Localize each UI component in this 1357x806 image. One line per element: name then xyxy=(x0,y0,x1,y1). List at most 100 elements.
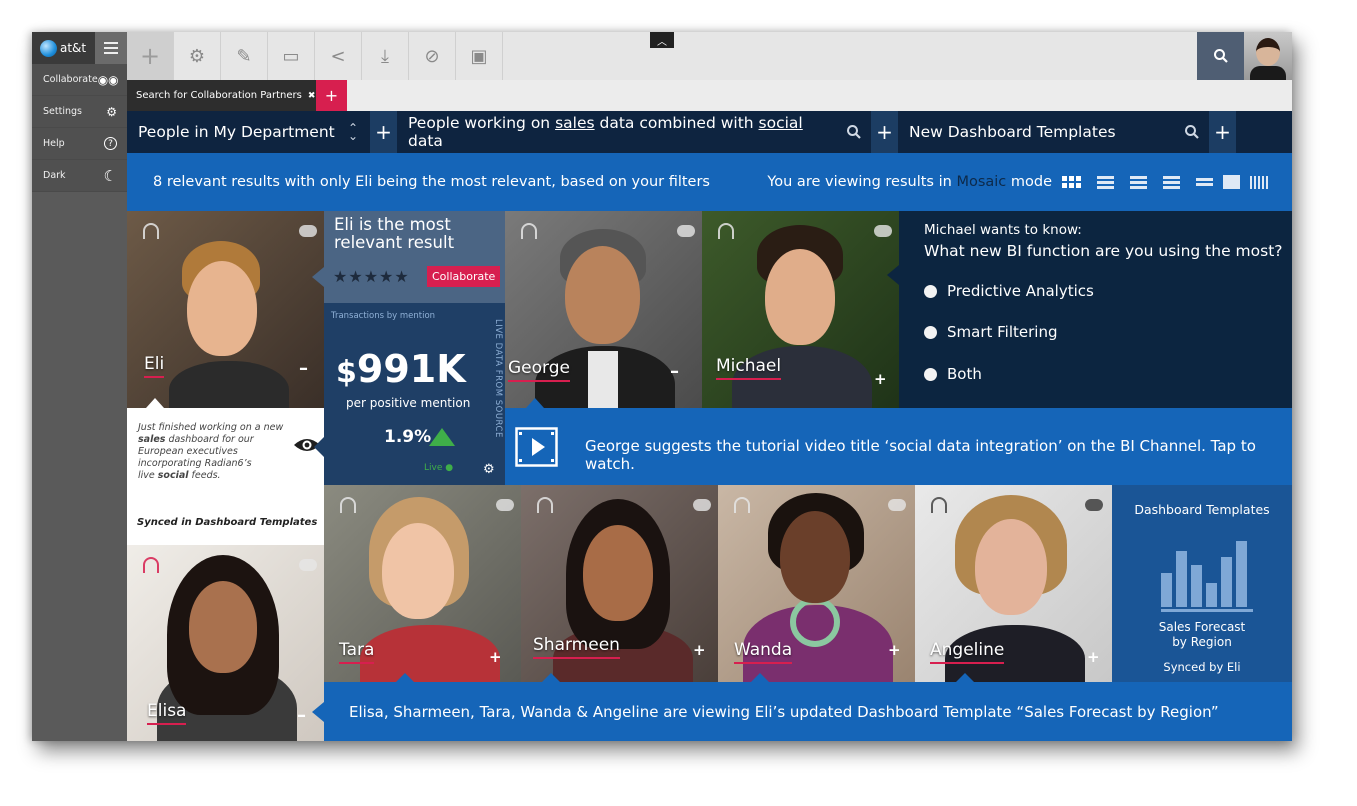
sidebar-item-help[interactable]: Help ? xyxy=(32,128,127,160)
headset-icon[interactable] xyxy=(537,497,553,513)
headset-icon[interactable] xyxy=(718,223,734,239)
sidebar-item-label: Help xyxy=(43,138,65,149)
sort-updown-icon[interactable]: ⌃ ⌄ xyxy=(336,122,370,142)
help-icon: ? xyxy=(104,137,117,150)
left-sidebar: at&t Collaborate ◉◉ Settings ⚙ Help ? Da… xyxy=(32,32,127,741)
sidebar-item-dark[interactable]: Dark ☾ xyxy=(32,160,127,192)
mosaic-view-icon[interactable] xyxy=(1062,176,1081,188)
gear-icon[interactable]: ⚙ xyxy=(483,462,495,477)
devices-icon[interactable]: ▣ xyxy=(456,32,503,80)
share-icon[interactable]: < xyxy=(315,32,362,80)
person-tile-sharmeen[interactable]: Sharmeen + xyxy=(521,485,718,682)
headset-icon[interactable] xyxy=(340,497,356,513)
single-view-icon[interactable] xyxy=(1223,175,1240,189)
sidebar-item-label: Collaborate xyxy=(43,74,98,85)
headset-icon[interactable] xyxy=(521,223,537,239)
person-name: Elisa xyxy=(147,701,187,725)
poll-option-both[interactable]: Both xyxy=(924,365,982,383)
video-play-icon[interactable] xyxy=(515,427,558,471)
person-name: Sharmeen xyxy=(533,635,620,659)
download-icon[interactable]: ⤓ xyxy=(362,32,409,80)
person-tile-wanda[interactable]: Wanda + xyxy=(718,485,915,682)
search-icon[interactable] xyxy=(1175,124,1209,140)
remove-icon[interactable]: – xyxy=(670,361,679,382)
filmstrip-view-icon[interactable] xyxy=(1250,175,1270,189)
filter-sales-social[interactable]: People working on sales data combined wi… xyxy=(397,111,871,153)
user-avatar[interactable] xyxy=(1244,32,1292,80)
hamburger-menu-icon[interactable] xyxy=(95,32,127,64)
add-tab-button[interactable]: + xyxy=(316,80,347,111)
chat-icon[interactable] xyxy=(299,559,317,571)
pointer-arrow xyxy=(312,267,324,287)
search-icon[interactable] xyxy=(1197,32,1244,80)
sidebar-item-label: Settings xyxy=(43,106,82,117)
headset-icon[interactable] xyxy=(143,557,159,573)
live-indicator: Live ● xyxy=(424,463,454,473)
pencil-icon[interactable]: ✎ xyxy=(221,32,268,80)
results-bar: 8 relevant results with only Eli being t… xyxy=(127,153,1292,211)
chat-icon[interactable] xyxy=(874,225,892,237)
gear-icon[interactable]: ⚙ xyxy=(174,32,221,80)
bar-chart-icon xyxy=(1161,541,1247,607)
chat-icon[interactable] xyxy=(1085,499,1103,511)
results-summary: 8 relevant results with only Eli being t… xyxy=(153,174,710,190)
add-icon[interactable]: + xyxy=(489,648,502,666)
pointer-arrow xyxy=(956,673,974,682)
person-tile-george[interactable]: George – xyxy=(505,211,702,408)
logo-row: at&t xyxy=(32,32,127,64)
video-suggestion-bar[interactable]: George suggests the tutorial video title… xyxy=(505,408,1292,485)
chat-icon[interactable] xyxy=(299,225,317,237)
person-tile-eli[interactable]: Eli – xyxy=(127,211,324,408)
detail-list-view-icon[interactable] xyxy=(1163,175,1180,189)
top-toolbar: + ⚙ ✎ ▭ < ⤓ ⊘ ▣ ︿ xyxy=(127,32,1292,80)
sidebar-item-collaborate[interactable]: Collaborate ◉◉ xyxy=(32,64,127,96)
add-filter-button[interactable]: + xyxy=(871,111,898,153)
headset-icon[interactable] xyxy=(931,497,947,513)
poll-option-predictive[interactable]: Predictive Analytics xyxy=(924,282,1094,300)
collapse-toolbar-icon[interactable]: ︿ xyxy=(650,32,674,48)
sidebar-item-settings[interactable]: Settings ⚙ xyxy=(32,96,127,128)
tab-search-collaboration-partners[interactable]: Search for Collaboration Partners ✖ xyxy=(127,80,316,111)
trend-up-icon xyxy=(429,428,455,446)
chat-icon[interactable] xyxy=(888,499,906,511)
rating-stars: ★★★★★ xyxy=(333,267,410,286)
comment-icon[interactable]: ▭ xyxy=(268,32,315,80)
add-icon[interactable]: + xyxy=(874,370,887,388)
add-icon[interactable]: + xyxy=(1087,648,1100,666)
search-icon[interactable] xyxy=(837,124,871,140)
person-tile-michael[interactable]: Michael + xyxy=(702,211,899,408)
add-icon[interactable]: + xyxy=(693,641,706,659)
add-filter-button[interactable]: + xyxy=(1209,111,1236,153)
poll-option-smart-filtering[interactable]: Smart Filtering xyxy=(924,323,1058,341)
dashboard-templates-panel[interactable]: Dashboard Templates Sales Forecast by Reg… xyxy=(1112,485,1292,682)
list-view-icon[interactable] xyxy=(1130,175,1147,189)
add-icon[interactable]: + xyxy=(127,32,174,80)
headset-icon[interactable] xyxy=(734,497,750,513)
person-tile-angeline[interactable]: Angeline + xyxy=(915,485,1112,682)
close-icon[interactable]: ✖ xyxy=(308,91,316,101)
add-icon[interactable]: + xyxy=(888,641,901,659)
person-tile-tara[interactable]: Tara + xyxy=(324,485,521,682)
filter-department[interactable]: People in My Department ⌃ ⌄ xyxy=(127,111,370,153)
remove-icon[interactable]: – xyxy=(297,705,306,726)
templates-synced: Synced by Eli xyxy=(1163,660,1241,674)
headset-icon[interactable] xyxy=(143,223,159,239)
suggestion-text: George suggests the tutorial video title… xyxy=(585,437,1256,473)
person-tile-elisa[interactable]: Elisa – xyxy=(127,545,324,741)
filter-label: People working on sales data combined wi… xyxy=(408,114,803,150)
pointer-arrow xyxy=(146,398,164,408)
remove-icon[interactable]: – xyxy=(299,358,308,379)
chat-icon[interactable] xyxy=(693,499,711,511)
pointer-arrow xyxy=(312,702,324,722)
templates-title: Dashboard Templates xyxy=(1134,502,1270,517)
filter-templates[interactable]: New Dashboard Templates xyxy=(898,111,1209,153)
rows-view-icon[interactable] xyxy=(1097,175,1114,189)
chat-icon[interactable] xyxy=(677,225,695,237)
link-icon[interactable]: ⊘ xyxy=(409,32,456,80)
collaborate-button[interactable]: Collaborate xyxy=(427,266,501,287)
chat-icon[interactable] xyxy=(496,499,514,511)
pointer-arrow xyxy=(314,437,324,457)
stat-subtitle: per positive mention xyxy=(346,396,471,410)
add-filter-button[interactable]: + xyxy=(370,111,397,153)
compact-view-icon[interactable] xyxy=(1196,177,1213,187)
